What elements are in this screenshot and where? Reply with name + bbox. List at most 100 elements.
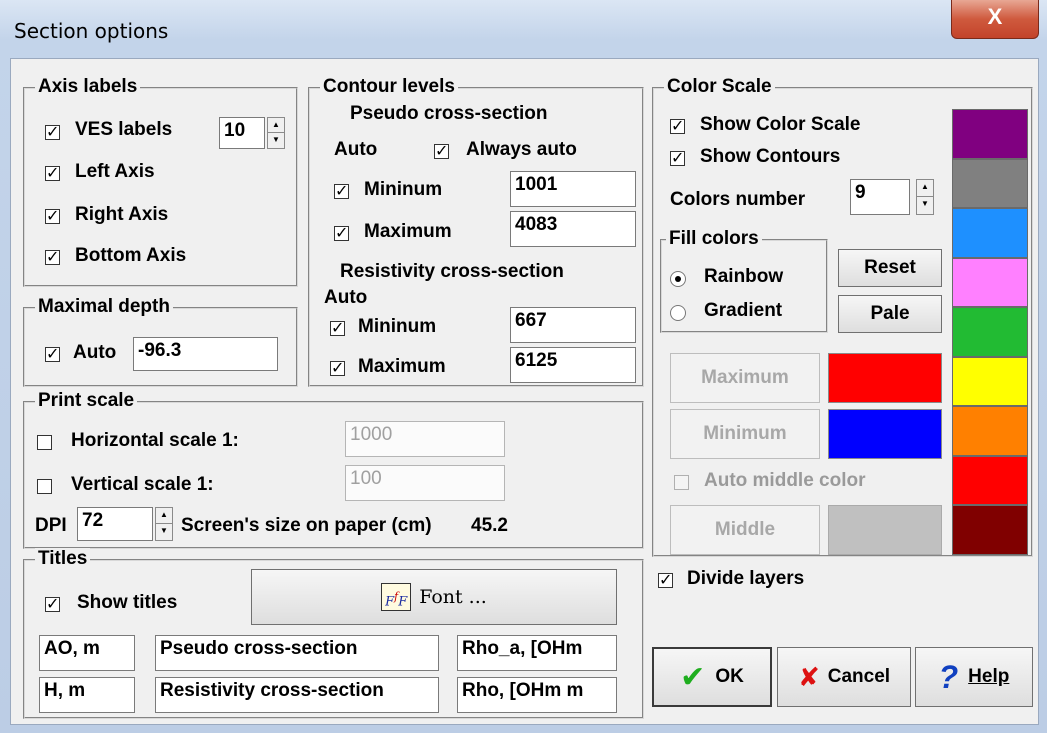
colors-number-input[interactable]: 9 <box>850 179 910 215</box>
palette-swatch[interactable] <box>952 307 1028 357</box>
spin-up-icon[interactable]: ▲ <box>917 180 933 197</box>
resistivity-section-title: Resistivity cross-section <box>340 261 564 282</box>
screen-size-label: Screen's size on paper (cm) <box>181 515 432 536</box>
palette-swatch[interactable] <box>952 356 1028 407</box>
pseudo-min-checkbox[interactable] <box>334 181 349 201</box>
pseudo-auto-label: Auto <box>334 139 378 160</box>
help-button[interactable]: ? Help <box>915 647 1033 707</box>
auto-middle-checkbox[interactable] <box>674 475 689 490</box>
reset-button-label: Reset <box>864 257 916 278</box>
resist-min-checkbox[interactable] <box>330 318 345 338</box>
dpi-spinner[interactable]: ▲ ▼ <box>155 507 173 541</box>
title-x-axis-input-2[interactable]: H, m <box>39 677 135 713</box>
bottom-axis-checkbox[interactable] <box>45 247 60 267</box>
middle-color-swatch[interactable] <box>828 505 942 555</box>
ok-button[interactable]: ✔ OK <box>652 647 772 707</box>
depth-auto-checkbox[interactable] <box>45 344 60 364</box>
close-button[interactable]: X <box>951 0 1039 39</box>
dialog-window: Section options X Axis labels VES labels… <box>0 0 1047 733</box>
left-axis-checkbox[interactable] <box>45 163 60 183</box>
title-section-input-1[interactable]: Pseudo cross-section <box>155 635 439 671</box>
dpi-input[interactable]: 72 <box>77 507 153 541</box>
palette-swatch[interactable] <box>952 208 1028 258</box>
always-auto-checkbox[interactable] <box>434 141 449 161</box>
spin-up-icon[interactable]: ▲ <box>268 118 284 133</box>
pale-button-label: Pale <box>870 303 910 324</box>
palette-swatch[interactable] <box>952 109 1028 159</box>
vertical-scale-input[interactable]: 100 <box>345 465 505 501</box>
colors-number-spinner[interactable]: ▲ ▼ <box>916 179 934 215</box>
spin-down-icon[interactable]: ▼ <box>156 524 172 540</box>
title-value-input-1[interactable]: Rho_a, [OHm <box>457 635 617 671</box>
pseudo-section-title: Pseudo cross-section <box>350 103 548 124</box>
palette-swatch[interactable] <box>952 455 1028 506</box>
resist-max-input[interactable]: 6125 <box>510 347 636 383</box>
palette-swatch[interactable] <box>952 406 1028 456</box>
resist-min-input[interactable]: 667 <box>510 307 636 343</box>
gradient-radio[interactable] <box>670 305 686 321</box>
divide-layers-label: Divide layers <box>687 568 805 589</box>
resist-min-label: Mininum <box>358 316 437 337</box>
ves-labels-input[interactable]: 10 <box>219 117 265 149</box>
reset-button[interactable]: Reset <box>838 249 942 287</box>
title-value-input-2[interactable]: Rho, [OHm m <box>457 677 617 713</box>
colors-number-label: Colors number <box>670 189 806 210</box>
font-button-label: Font ... <box>419 586 487 608</box>
right-axis-label: Right Axis <box>75 204 169 225</box>
title-section-input-2[interactable]: Resistivity cross-section <box>155 677 439 713</box>
cancel-button[interactable]: ✘ Cancel <box>777 647 911 707</box>
resist-max-checkbox[interactable] <box>330 358 345 378</box>
ves-labels-spinner[interactable]: ▲ ▼ <box>267 117 285 149</box>
spin-down-icon[interactable]: ▼ <box>917 197 933 214</box>
divide-layers-checkbox[interactable] <box>658 570 673 590</box>
minimum-color-swatch[interactable] <box>828 409 942 459</box>
pale-button[interactable]: Pale <box>838 295 942 333</box>
palette-swatch[interactable] <box>952 158 1028 209</box>
minimum-color-button[interactable]: Minimum <box>670 409 820 459</box>
show-titles-checkbox[interactable] <box>45 594 60 614</box>
show-titles-label: Show titles <box>77 592 178 613</box>
dpi-label: DPI <box>35 515 67 536</box>
axis-labels-group: Axis labels VES labels 10 ▲▼ Left Axis R… <box>23 76 298 287</box>
resistivity-auto-label: Auto <box>324 287 368 308</box>
titles-group: Titles Show titles FfF Font ... AO, m Ps… <box>23 548 644 719</box>
dialog-client: Axis labels VES labels 10 ▲▼ Left Axis R… <box>10 58 1039 725</box>
color-scale-group: Color Scale Show Color Scale Show Contou… <box>652 76 1033 557</box>
horizontal-scale-checkbox[interactable] <box>37 435 52 450</box>
pseudo-max-checkbox[interactable] <box>334 223 349 243</box>
maximum-color-button[interactable]: Maximum <box>670 353 820 403</box>
print-scale-group: Print scale Horizontal scale 1: 1000 Ver… <box>23 390 644 549</box>
middle-color-button[interactable]: Middle <box>670 505 820 555</box>
cancel-button-label: Cancel <box>827 666 891 687</box>
pseudo-min-input[interactable]: 1001 <box>510 171 636 207</box>
palette-swatch[interactable] <box>952 257 1028 308</box>
maximum-color-swatch[interactable] <box>828 353 942 403</box>
right-axis-checkbox[interactable] <box>45 206 60 226</box>
horizontal-scale-input[interactable]: 1000 <box>345 421 505 457</box>
left-axis-label: Left Axis <box>75 161 155 182</box>
show-color-scale-checkbox[interactable] <box>670 116 685 136</box>
palette-swatch[interactable] <box>952 505 1028 555</box>
screen-size-value: 45.2 <box>471 515 508 536</box>
close-icon: X <box>987 4 1003 29</box>
pseudo-max-label: Maximum <box>364 221 452 242</box>
maximum-color-label: Maximum <box>701 367 789 388</box>
always-auto-label: Always auto <box>466 139 577 160</box>
resist-max-label: Maximum <box>358 356 446 377</box>
font-button[interactable]: FfF Font ... <box>251 569 617 625</box>
print-scale-title: Print scale <box>35 390 138 412</box>
spin-down-icon[interactable]: ▼ <box>268 133 284 148</box>
ves-labels-checkbox[interactable] <box>45 122 60 142</box>
fill-colors-title: Fill colors <box>666 228 762 250</box>
bottom-axis-label: Bottom Axis <box>75 245 187 266</box>
rainbow-radio[interactable] <box>670 271 686 287</box>
pseudo-max-input[interactable]: 4083 <box>510 211 636 247</box>
show-color-scale-label: Show Color Scale <box>700 114 861 135</box>
show-contours-checkbox[interactable] <box>670 148 685 168</box>
depth-auto-label: Auto <box>73 342 117 363</box>
maximal-depth-input[interactable]: -96.3 <box>133 337 278 371</box>
vertical-scale-checkbox[interactable] <box>37 479 52 494</box>
auto-middle-label: Auto middle color <box>704 470 866 491</box>
spin-up-icon[interactable]: ▲ <box>156 508 172 524</box>
title-x-axis-input-1[interactable]: AO, m <box>39 635 135 671</box>
